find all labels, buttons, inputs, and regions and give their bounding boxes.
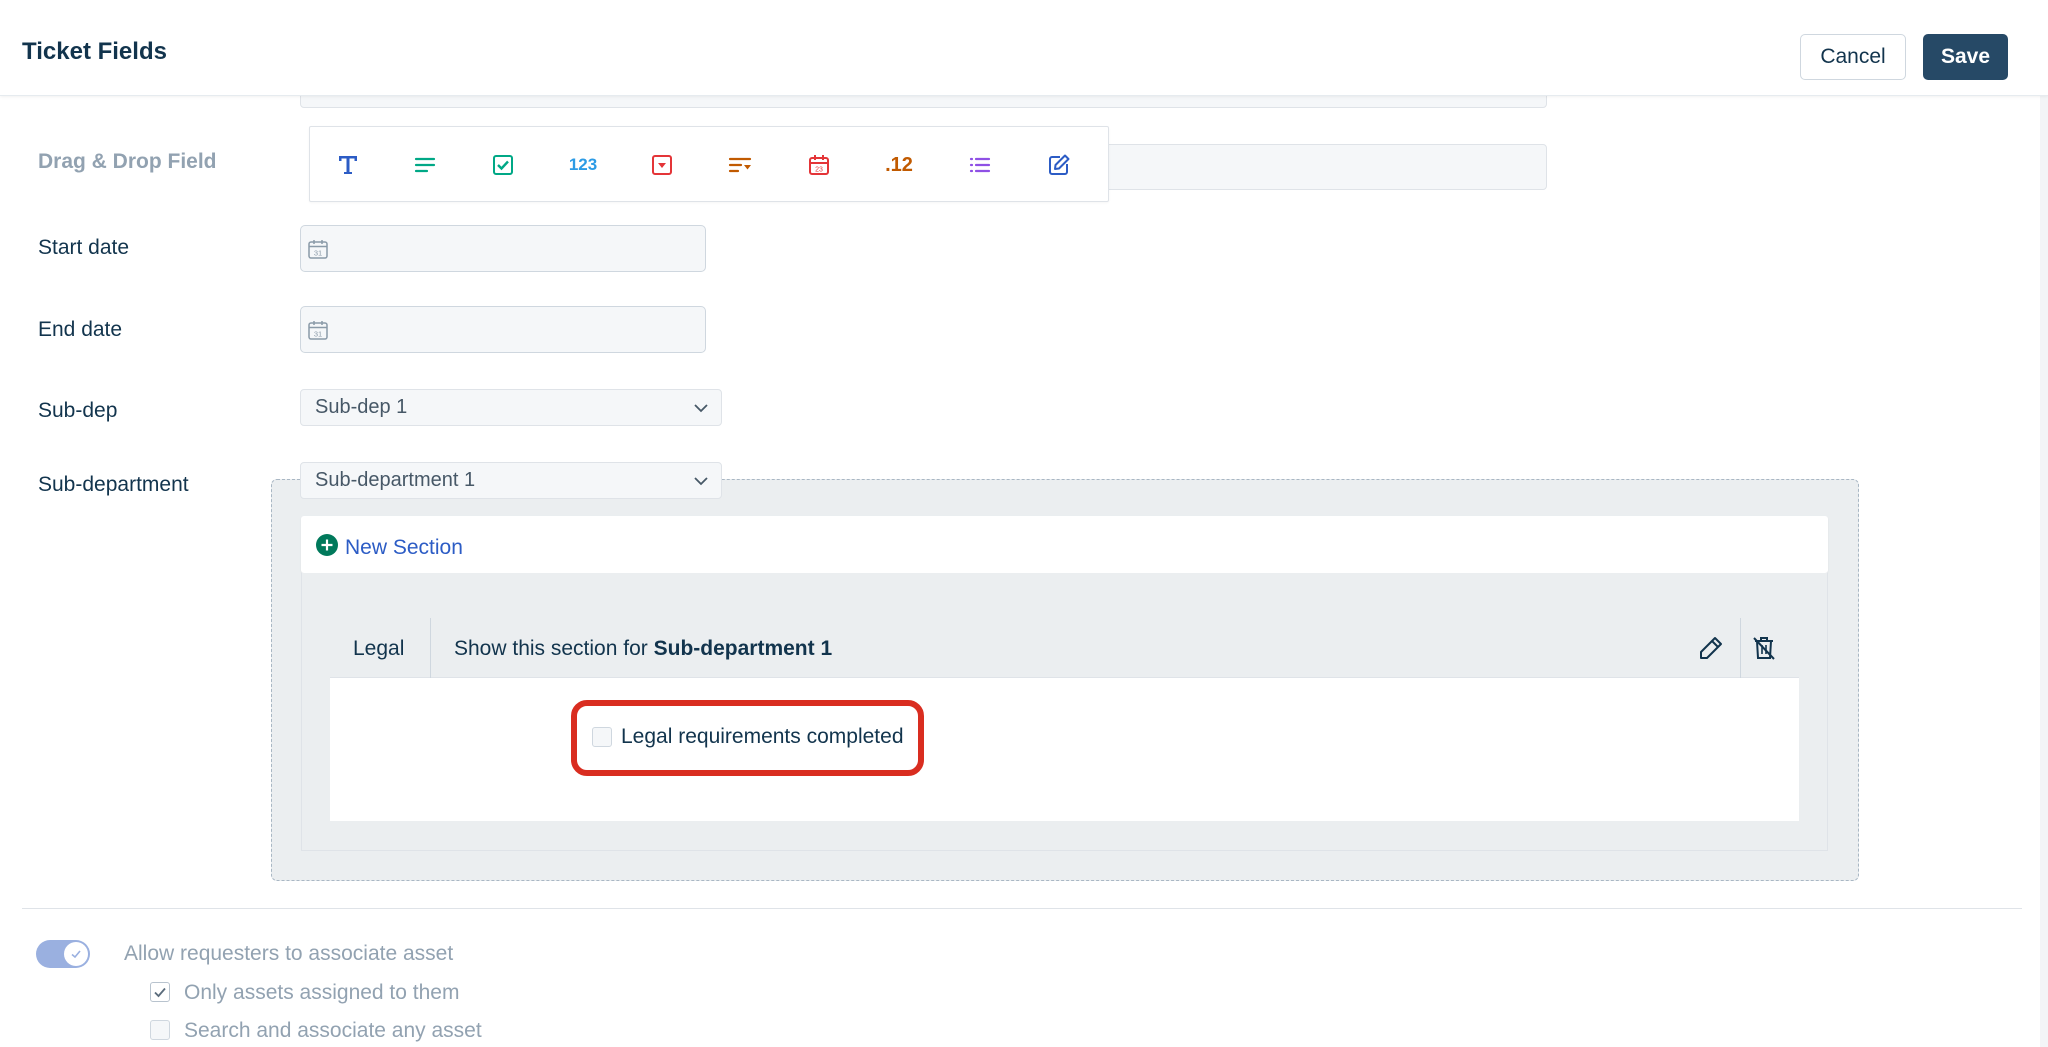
divider	[1740, 618, 1741, 678]
calendar-icon: 31	[307, 319, 329, 346]
chevron-down-icon	[691, 471, 711, 497]
single-line-text-icon[interactable]	[318, 127, 378, 203]
page-title: Ticket Fields	[22, 38, 167, 65]
sub-department-select[interactable]: Sub-department 1	[300, 462, 722, 499]
section-body	[330, 678, 1799, 821]
svg-text:31: 31	[314, 249, 322, 258]
new-section-label: New Section	[345, 536, 463, 559]
save-button[interactable]: Save	[1923, 34, 2008, 80]
legal-requirements-label: Legal requirements completed	[621, 725, 904, 748]
allow-asset-toggle[interactable]	[36, 940, 90, 968]
paragraph-text-icon[interactable]	[395, 127, 455, 203]
calendar-icon: 31	[307, 238, 329, 265]
checkbox-field-icon[interactable]	[473, 127, 533, 203]
legal-requirements-checkbox[interactable]	[592, 727, 612, 747]
sub-department-label: Sub-department	[38, 473, 189, 496]
allow-asset-label: Allow requesters to associate asset	[124, 942, 454, 965]
any-asset-label: Search and associate any asset	[184, 1019, 482, 1042]
legal-requirements-field[interactable]: Legal requirements completed	[592, 725, 904, 749]
sub-dep-select[interactable]: Sub-dep 1	[300, 389, 722, 426]
delete-trash-icon[interactable]	[1750, 634, 1778, 667]
header-bar: Ticket Fields Cancel Save	[0, 0, 2048, 96]
number-field-icon[interactable]: 123	[553, 127, 613, 203]
add-circle-icon	[315, 533, 339, 563]
any-asset-checkbox[interactable]	[150, 1020, 170, 1040]
sub-dep-label: Sub-dep	[38, 399, 118, 422]
condition-prefix: Show this section for	[454, 637, 648, 660]
assigned-assets-label: Only assets assigned to them	[184, 981, 460, 1004]
chevron-down-icon	[691, 398, 711, 424]
new-section-button[interactable]: New Section	[315, 533, 463, 563]
start-date-input[interactable]: 31	[300, 225, 706, 272]
assigned-assets-checkbox[interactable]	[150, 982, 170, 1002]
multi-select-field-icon[interactable]	[950, 127, 1010, 203]
section-condition: Show this section for Sub-department 1	[454, 637, 832, 661]
date-field-icon[interactable]: 23	[789, 127, 849, 203]
end-date-label: End date	[38, 318, 123, 341]
decimal-field-icon[interactable]: .12	[869, 127, 929, 203]
dependent-field-icon[interactable]	[710, 127, 770, 203]
drag-drop-label: Drag & Drop Field	[38, 150, 217, 173]
dropdown-field-icon[interactable]	[632, 127, 692, 203]
scrollbar-track[interactable]	[2040, 0, 2048, 1047]
check-icon	[64, 942, 88, 966]
content-field-icon[interactable]	[1029, 127, 1089, 203]
field-type-toolbar: 123 23 .12	[309, 126, 1109, 202]
divider	[430, 618, 431, 678]
end-date-input[interactable]: 31	[300, 306, 706, 353]
drag-drop-field-input[interactable]	[1100, 144, 1547, 190]
new-section-bar: New Section	[301, 516, 1828, 573]
sub-dep-value: Sub-dep 1	[315, 396, 408, 418]
svg-text:31: 31	[314, 330, 322, 339]
section-header: Legal Show this section for Sub-departme…	[330, 618, 1799, 678]
start-date-label: Start date	[38, 236, 130, 259]
sub-department-value: Sub-department 1	[315, 469, 476, 491]
cancel-button[interactable]: Cancel	[1800, 34, 1906, 80]
svg-text:23: 23	[815, 167, 823, 174]
section-name: Legal	[353, 637, 405, 660]
divider	[22, 908, 2022, 909]
condition-value: Sub-department 1	[653, 637, 833, 660]
edit-pencil-icon[interactable]	[1697, 634, 1725, 667]
